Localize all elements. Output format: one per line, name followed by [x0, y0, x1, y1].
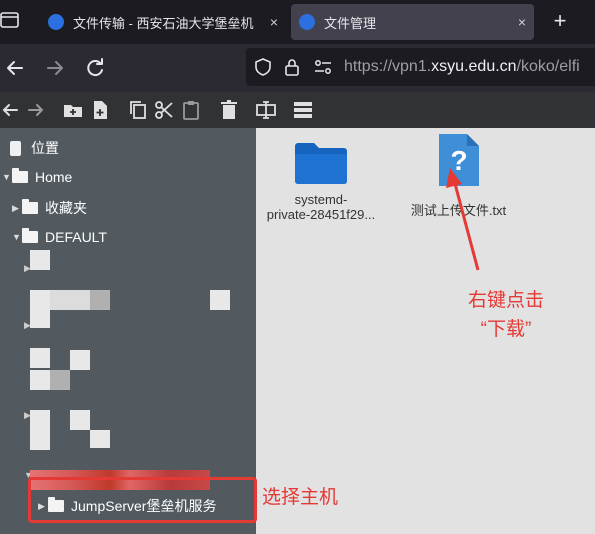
download-callout: 右键点击 “下载” [446, 286, 566, 344]
file-name: systemd- [294, 192, 348, 207]
tree-item-label: 收藏夹 [45, 200, 87, 216]
file-manager-toolbar [0, 92, 595, 128]
tree-item-default[interactable]: ▼ DEFAULT [12, 225, 107, 249]
tab-bar: 文件传输 - 西安石油大学堡垒机 × 文件管理 × + [0, 0, 595, 44]
places-label: 位置 [31, 140, 59, 156]
folder-icon [295, 143, 347, 184]
permissions-icon[interactable] [314, 59, 332, 75]
url-bar[interactable]: https://vpn1.xsyu.edu.cn/koko/elfi [246, 48, 595, 86]
view-list-icon[interactable] [293, 100, 313, 120]
delete-icon[interactable] [219, 100, 239, 120]
url-path: /koko/elfi [516, 58, 580, 75]
new-tab-button[interactable]: + [544, 6, 576, 38]
forward-button[interactable] [43, 56, 67, 80]
copy-icon[interactable] [128, 100, 148, 120]
sidebar-tree: 位置 ▼ Home ▶ 收藏夹 ▼ DEFAULT ▶ ▶ ▶ ▼ ▶ Jump… [0, 128, 256, 534]
file-name: private-28451f29... [266, 207, 376, 222]
new-folder-icon[interactable] [63, 100, 83, 120]
places-icon [10, 140, 21, 156]
paste-icon[interactable] [181, 100, 201, 120]
lock-icon[interactable] [284, 58, 300, 76]
back-icon[interactable] [0, 100, 20, 120]
reload-button[interactable] [83, 56, 107, 80]
folder-icon [22, 228, 38, 243]
annotation-arrow [446, 168, 480, 271]
places-header: 位置 [10, 136, 59, 160]
expand-down-icon[interactable]: ▼ [12, 232, 22, 242]
url-host: https://vpn1. [344, 58, 432, 75]
tree-item-home[interactable]: ▼ Home [2, 165, 72, 189]
tab-file-transfer[interactable]: 文件传输 - 西安石油大学堡垒机 × [40, 4, 286, 40]
file-list-panel: systemd- private-28451f29... ? 测试上传文件.tx… [256, 128, 595, 534]
tab-file-manager[interactable]: 文件管理 × [291, 4, 534, 40]
tab-close-icon[interactable]: × [510, 14, 534, 30]
tab-title: 文件管理 [324, 15, 377, 31]
folder-icon [12, 168, 28, 183]
back-button[interactable] [3, 56, 27, 80]
tree-item-favorites[interactable]: ▶ 收藏夹 [12, 196, 87, 220]
tree-item-label: DEFAULT [45, 229, 107, 245]
url-domain: xsyu.edu.cn [431, 58, 517, 75]
tab-title: 文件传输 - 西安石油大学堡垒机 [73, 15, 254, 31]
expand-down-icon[interactable]: ▼ [2, 172, 12, 182]
browser-favicon-icon [48, 14, 64, 30]
cut-icon[interactable] [154, 100, 174, 120]
expand-right-icon[interactable]: ▶ [12, 203, 22, 214]
select-host-callout: 选择主机 [262, 487, 339, 508]
callout-line: “下载” [480, 319, 532, 340]
url-text[interactable]: https://vpn1.xsyu.edu.cn/koko/elfi [344, 58, 580, 76]
shield-icon[interactable] [254, 58, 272, 76]
forward-icon[interactable] [26, 100, 46, 120]
rename-icon[interactable] [256, 100, 276, 120]
folder-icon [22, 199, 38, 214]
file-item-folder[interactable]: systemd- private-28451f29... [256, 138, 386, 222]
browser-favicon-icon [299, 14, 315, 30]
tree-item-label: Home [35, 169, 73, 185]
tab-list-icon[interactable] [0, 10, 20, 30]
new-file-icon[interactable] [90, 100, 110, 120]
callout-line: 右键点击 [467, 290, 544, 311]
tab-close-icon[interactable]: × [262, 14, 286, 30]
annotation-highlight-box [28, 477, 257, 523]
